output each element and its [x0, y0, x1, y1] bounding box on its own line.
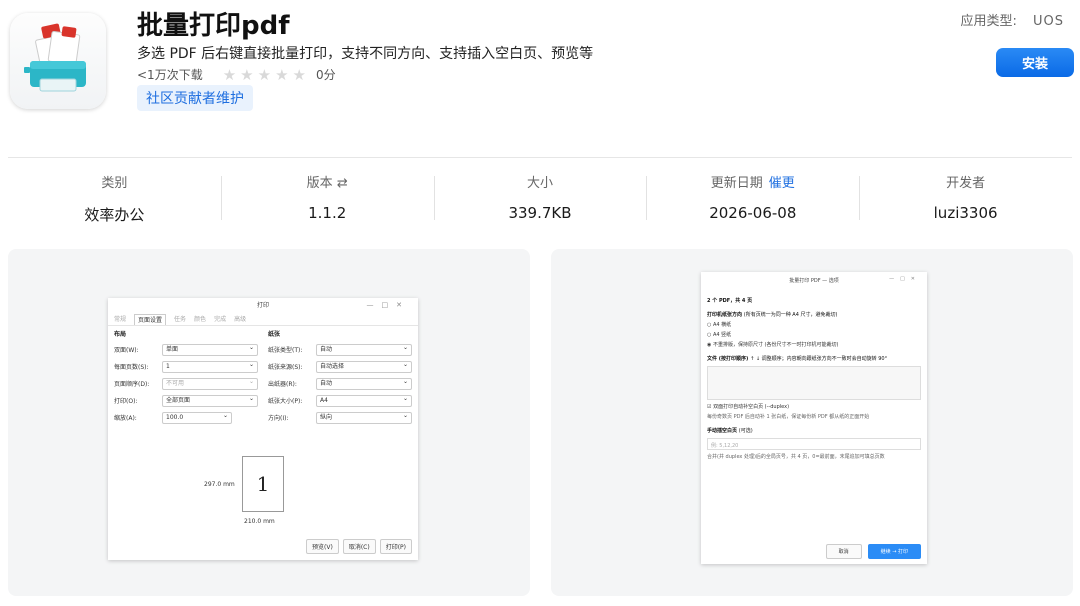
dialog-tabs: 常规 页面设置 任务 颜色 完成 高级 [108, 314, 418, 326]
info-updated: 更新日期 催更 2026-06-08 [646, 170, 859, 228]
version-label: 版本 [306, 176, 333, 191]
size-label: 大小 [526, 176, 553, 191]
size-value: 339.7KB [508, 204, 572, 222]
field-label: 方向(I): [268, 415, 289, 422]
updated-value: 2026-06-08 [709, 204, 797, 222]
summary: 2 个 PDF，共 4 页 [707, 298, 753, 304]
tab-active: 页面设置 [134, 314, 167, 325]
install-button[interactable]: 安装 [996, 48, 1074, 77]
field-value: 自动 [316, 377, 412, 390]
field-label: 纸张类型(T): [268, 347, 303, 354]
duplex-checkbox-label: 双面打印自动补空白页 (--duplex) [713, 404, 790, 410]
developer-label: 开发者 [946, 176, 986, 191]
tab: 常规 [114, 316, 127, 323]
star-icon: ★ [240, 65, 254, 84]
window-controls: —□✕ [889, 276, 921, 282]
field-label: 出纸器(R): [268, 381, 297, 388]
swap-icon[interactable]: ⇄ [337, 176, 348, 191]
app-type: 应用类型: UOS [960, 10, 1064, 29]
star-icon: ★ [275, 65, 289, 84]
tab: 完成 [214, 316, 227, 323]
screenshot-1[interactable]: 打印 —□✕ 常规 页面设置 任务 颜色 完成 高级 布局 双面(W):单面 每… [8, 249, 530, 596]
field-value: 不可用 [162, 377, 258, 390]
option-keep-size: 不重排版，保持原尺寸 (各份尺寸不一时打印机可能裁切) [712, 342, 839, 348]
blank-hint: 合并(并 duplex 处理)后的全局页号，共 4 页，0=最前面，末尾追加可填… [707, 454, 885, 460]
print-button: 打印(P) [379, 539, 412, 554]
window-controls: —□✕ [366, 301, 410, 309]
preview-button: 预览(V) [306, 539, 339, 554]
screenshot-2[interactable]: 批量打印 PDF — 选项 —□✕ 2 个 PDF，共 4 页 打印机纸张方向 … [551, 249, 1073, 596]
blank-title: 手动插空白页 [707, 428, 738, 434]
cancel-button: 取消 [825, 544, 862, 559]
app-title: 批量打印pdf [137, 11, 290, 41]
width-dimension: 210.0 mm [244, 518, 275, 525]
category-value: 效率办公 [84, 206, 145, 224]
star-icon: ★ [257, 65, 272, 84]
option-portrait: A4 竖纸 [712, 332, 732, 338]
divider [8, 157, 1072, 158]
field-value: 自动 [316, 343, 412, 356]
paper-section-title: 纸张 [268, 331, 281, 338]
info-size: 大小 339.7KB [433, 170, 647, 228]
community-maintained-badge: 社区贡献者维护 [137, 85, 253, 111]
app-info-row: 类别 效率办公 版本 ⇄ 1.1.2 大小 339.7KB 更新日期 催更 202… [8, 170, 1072, 228]
print-dialog-preview: 打印 —□✕ 常规 页面设置 任务 颜色 完成 高级 布局 双面(W):单面 每… [108, 298, 418, 560]
orientation-hint: (所有页统一为同一种 A4 尺寸，避免裁切) [743, 312, 838, 318]
blank-pages-input: 例: 5,12,20 [707, 438, 921, 450]
files-title: 文件 (按打印顺序) [707, 356, 749, 362]
info-developer: 开发者 luzi3306 [859, 170, 1072, 228]
field-value: A4 [316, 394, 412, 407]
tab: 高级 [234, 316, 247, 323]
download-count: <1万次下载 [137, 68, 203, 82]
field-value: 全部页面 [162, 394, 258, 407]
field-label: 页面顺序(D): [114, 381, 150, 388]
tab: 任务 [174, 316, 187, 323]
printer-icon [24, 23, 86, 92]
field-value: 100.0 [162, 411, 232, 424]
field-value: 单面 [162, 343, 258, 356]
field-label: 每面页数(S): [114, 364, 149, 371]
field-label: 双面(W): [114, 347, 139, 354]
continue-print-button: 继续 → 打印 [867, 544, 921, 559]
star-icon: ★ [292, 65, 306, 84]
field-value: 自动选择 [316, 360, 412, 373]
orientation-title: 打印机纸张方向 [707, 312, 743, 318]
developer-value[interactable]: luzi3306 [859, 204, 1072, 222]
app-type-value: UOS [1033, 14, 1064, 29]
cancel-button: 取消(C) [342, 539, 376, 554]
field-label: 纸张来源(S): [268, 364, 303, 371]
files-hint: ↑ ↓ 调整顺序；内容朝向跟纸张方向不一致时会自动旋转 90° [750, 356, 888, 362]
page-preview: 1 [242, 456, 284, 512]
download-count-row: <1万次下载 ★ ★ ★ ★ ★ 0分 [137, 66, 336, 83]
rating-stars: ★ ★ ★ ★ ★ [222, 65, 306, 84]
field-label: 缩放(A): [114, 415, 137, 422]
field-value: 纵向 [316, 411, 412, 424]
category-label: 类别 [101, 176, 128, 191]
rating-score: 0分 [315, 68, 336, 82]
tab: 颜色 [194, 316, 207, 323]
field-label: 打印(O): [114, 398, 138, 405]
option-landscape: A4 横纸 [712, 322, 732, 328]
height-dimension: 297.0 mm [204, 481, 235, 488]
app-type-label: 应用类型: [960, 14, 1017, 29]
layout-section-title: 布局 [114, 331, 127, 338]
info-category: 类别 效率办公 [8, 170, 221, 228]
info-version: 版本 ⇄ 1.1.2 [220, 170, 434, 228]
app-description: 多选 PDF 后右键直接批量打印，支持不同方向、支持插入空白页、预览等 [137, 46, 594, 62]
blank-optional: (可选) [738, 428, 753, 434]
star-icon: ★ [222, 65, 237, 84]
file-list [707, 366, 921, 400]
duplex-hint: 每份奇数页 PDF 后自动补 1 张白纸，保证每份新 PDF 都从纸的正面开始 [707, 414, 870, 420]
updated-label: 更新日期 [710, 176, 763, 191]
field-value: 1 [162, 360, 258, 373]
urge-update-link[interactable]: 催更 [769, 176, 795, 191]
app-icon [10, 13, 106, 109]
version-value: 1.1.2 [308, 204, 347, 222]
options-dialog-preview: 批量打印 PDF — 选项 —□✕ 2 个 PDF，共 4 页 打印机纸张方向 … [701, 272, 927, 564]
field-label: 纸张大小(P): [268, 398, 303, 405]
